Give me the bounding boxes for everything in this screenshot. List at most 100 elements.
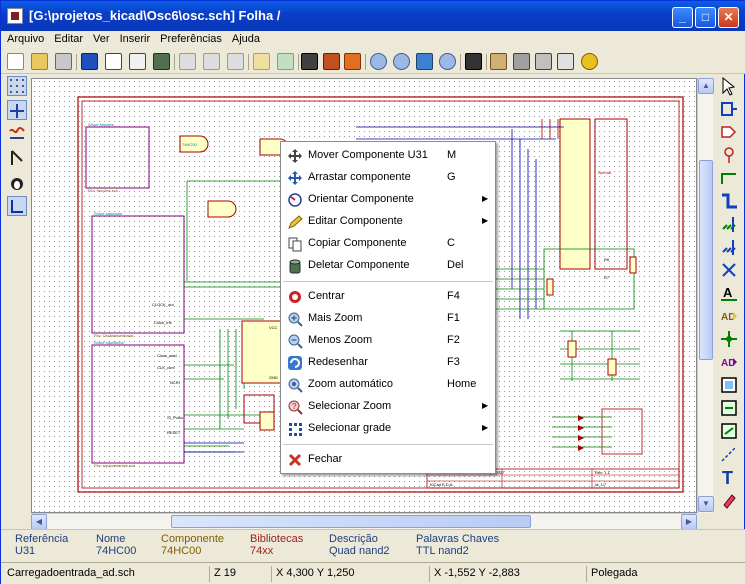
scroll-down-button[interactable]: ▼ — [698, 496, 714, 512]
graphic-line-icon[interactable] — [719, 444, 739, 464]
submenu-arrow-icon: ▶ — [482, 401, 489, 410]
minimize-button[interactable]: _ — [672, 7, 693, 28]
menu-item-label: Selecionar grade — [308, 422, 392, 434]
menu-item-redraw[interactable]: Redesenhar F3 — [281, 352, 495, 374]
units-mm-icon[interactable] — [7, 124, 27, 144]
plot-icon[interactable] — [323, 53, 340, 70]
footprint-icon[interactable] — [535, 53, 552, 70]
title-block-id: Id: 1/7 — [595, 482, 607, 487]
menu-item-zoom-auto[interactable]: Zoom automático Home — [281, 374, 495, 396]
units-inch-icon[interactable] — [7, 100, 27, 120]
hier-sheet-icon[interactable] — [719, 375, 739, 395]
menu-ajuda[interactable]: Ajuda — [228, 31, 264, 47]
save-project-icon[interactable] — [55, 53, 72, 70]
vertical-scroll-thumb[interactable] — [699, 160, 713, 360]
net-label-clock-init: Clock_Init — [154, 320, 172, 325]
bus-orientation-icon[interactable] — [7, 196, 27, 216]
menu-item-zoom-out[interactable]: Menos Zoom F2 — [281, 330, 495, 352]
menu-item-label: Fechar — [308, 453, 343, 465]
menu-ver[interactable]: Ver — [89, 31, 114, 47]
menu-item-shortcut: C — [447, 237, 455, 249]
menu-preferencias[interactable]: Preferências — [156, 31, 226, 47]
title-bar[interactable]: [G:\projetos_kicad\Osc6\osc.sch] Folha /… — [1, 1, 745, 31]
zoom-fit-toolbar-icon[interactable] — [439, 53, 456, 70]
maximize-button[interactable]: □ — [695, 7, 716, 28]
junction-icon[interactable] — [719, 329, 739, 349]
find-icon[interactable] — [465, 53, 482, 70]
menu-item-label: Mais Zoom — [308, 312, 363, 324]
redo-icon[interactable] — [277, 53, 294, 70]
scroll-left-button[interactable]: ◀ — [31, 514, 47, 530]
menu-item-copy[interactable]: Copiar Componente C — [281, 233, 495, 255]
place-wire-icon[interactable] — [719, 168, 739, 188]
menu-item-drag[interactable]: Arrastar componente G — [281, 167, 495, 189]
global-label-icon[interactable]: AD — [719, 306, 739, 326]
toolbar-separator — [76, 54, 77, 70]
info-value: 74HC00 — [161, 545, 202, 557]
place-component-icon[interactable] — [719, 122, 739, 142]
text-tool-icon[interactable]: T — [719, 467, 739, 488]
sheet-pin-icon[interactable] — [719, 421, 739, 441]
menu-item-orient[interactable]: Orientar Componente ▶ — [281, 189, 495, 211]
annotate-icon[interactable] — [490, 53, 507, 70]
import-pin-icon[interactable] — [719, 398, 739, 418]
vertical-scrollbar[interactable]: ▲ ▼ — [697, 78, 714, 513]
app-icon[interactable] — [7, 8, 23, 24]
zoom-out-toolbar-icon[interactable] — [393, 53, 410, 70]
connector-label: Normal — [598, 170, 611, 175]
zoom-in-toolbar-icon[interactable] — [370, 53, 387, 70]
lib-browser-icon[interactable] — [153, 53, 170, 70]
print-icon[interactable] — [301, 53, 318, 70]
wire-to-bus-icon[interactable] — [719, 214, 739, 234]
menu-item-center[interactable]: Centrar F4 — [281, 286, 495, 308]
menu-item-zoom-in[interactable]: Mais Zoom F1 — [281, 308, 495, 330]
menu-item-edit[interactable]: Editar Componente ▶ — [281, 211, 495, 233]
hierarchy-nav-icon[interactable] — [719, 99, 739, 119]
bom-icon[interactable] — [557, 53, 574, 70]
redraw-toolbar-icon[interactable] — [416, 53, 433, 70]
hier-label-icon[interactable]: AD — [719, 352, 739, 372]
save-icon[interactable] — [81, 53, 98, 70]
info-value: U31 — [15, 545, 36, 557]
grid-toggle-icon[interactable] — [7, 76, 27, 96]
menu-inserir[interactable]: Inserir — [116, 31, 155, 47]
delete-tool-icon[interactable] — [719, 490, 739, 510]
undo-icon[interactable] — [253, 53, 270, 70]
info-value: 74xx — [250, 545, 274, 557]
menu-item-label: Arrastar componente — [308, 171, 411, 183]
menu-item-move[interactable]: Mover Componente U31 M — [281, 145, 495, 167]
erc-icon[interactable] — [513, 53, 530, 70]
open-folder-icon[interactable] — [31, 53, 48, 70]
pcbnew-icon[interactable] — [581, 53, 598, 70]
horizontal-scroll-thumb[interactable] — [171, 515, 531, 528]
menu-item-delete[interactable]: Deletar Componente Del — [281, 255, 495, 277]
horizontal-scrollbar[interactable]: ◀ ▶ — [31, 513, 697, 530]
menu-item-close[interactable]: Fechar — [281, 449, 495, 471]
toolbar-separator — [365, 54, 366, 70]
menu-editar[interactable]: Editar — [50, 31, 87, 47]
new-file-icon[interactable] — [7, 53, 24, 70]
scroll-right-button[interactable]: ▶ — [681, 514, 697, 530]
toolbar-separator — [460, 54, 461, 70]
cut-icon[interactable] — [179, 53, 196, 70]
select-arrow-icon[interactable] — [719, 76, 739, 96]
library-icon[interactable] — [129, 53, 146, 70]
netlist-icon[interactable] — [344, 53, 361, 70]
copy-toolbar-icon[interactable] — [203, 53, 220, 70]
paste-icon[interactable] — [227, 53, 244, 70]
place-power-icon[interactable] — [719, 145, 739, 165]
sheet-icon[interactable] — [105, 53, 122, 70]
menu-item-select-zoom[interactable]: ? Selecionar Zoom ▶ — [281, 396, 495, 418]
hidden-pins-icon[interactable] — [7, 172, 27, 192]
no-connect-icon[interactable] — [719, 260, 739, 280]
redraw-icon — [288, 356, 302, 370]
place-bus-icon[interactable] — [719, 191, 739, 211]
menu-item-select-grid[interactable]: Selecionar grade ▶ — [281, 418, 495, 440]
scroll-up-button[interactable]: ▲ — [698, 78, 714, 94]
toolbar-separator — [486, 54, 487, 70]
menu-arquivo[interactable]: Arquivo — [3, 31, 48, 47]
bus-to-bus-icon[interactable] — [719, 237, 739, 257]
cursor-shape-icon[interactable] — [7, 148, 27, 168]
net-label-icon[interactable]: A — [719, 283, 739, 303]
close-button[interactable]: ✕ — [718, 7, 739, 28]
